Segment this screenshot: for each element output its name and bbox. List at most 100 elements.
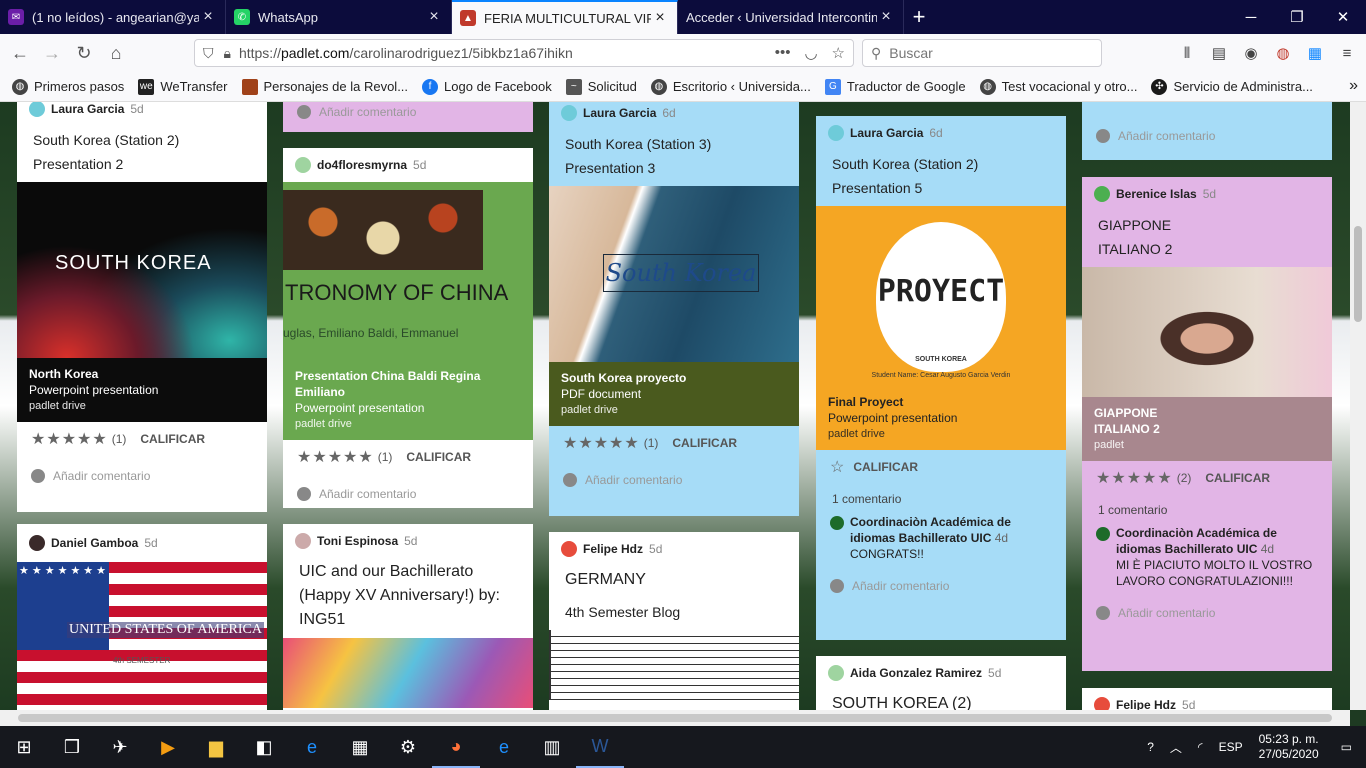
extensions-icon[interactable]: ▦ [1302, 38, 1328, 68]
notifications-icon[interactable]: ▭ [1327, 740, 1366, 754]
library-icon[interactable]: ⫴ [1174, 38, 1200, 68]
star-rating[interactable]: ★★★★★ [297, 447, 374, 467]
bookmark-item[interactable]: we WeTransfer [138, 78, 228, 95]
attachment-preview[interactable]: ★★★★★★★★★★★★★★★★★★★★★★★★★★★★★★★★★★★★★★★ … [17, 562, 267, 710]
star-rating[interactable]: ★★★★★ [31, 429, 108, 449]
tab-feria[interactable]: ▲ FERIA MULTICULTURAL VIRTUA× [452, 0, 678, 34]
attachment-preview[interactable]: PROYECT SOUTH KOREA Student Name: Cesar … [816, 206, 1066, 386]
word-icon[interactable]: W [576, 726, 624, 768]
post-card[interactable]: Laura Garcia 6d South Korea (Station 3) Pr… [549, 102, 799, 516]
add-comment[interactable]: Añadir comentario [1082, 593, 1332, 633]
bookmark-item[interactable]: ◍ Test vocacional y otro... [979, 78, 1137, 95]
post-card[interactable]: Felipe Hdz 5d GERMANY 4th Semester Blog [549, 532, 799, 710]
bookmark-star-icon[interactable]: ☆ [832, 44, 845, 62]
new-tab-button[interactable]: + [904, 0, 934, 34]
address-bar[interactable]: ⛉ 🔒︎ https://padlet.com/carolinarodrigue… [194, 39, 854, 67]
attachment-preview[interactable] [283, 638, 533, 708]
tab-acceder[interactable]: Acceder ‹ Universidad Intercontinen × [678, 0, 904, 34]
post-card[interactable]: Añadir comentario [283, 102, 533, 132]
rate-button[interactable]: CALIFICAR [406, 450, 471, 464]
star-empty-icon[interactable]: ☆ [830, 457, 845, 477]
post-card[interactable]: Añadir comentario [1082, 102, 1332, 160]
store-icon[interactable]: ◧ [240, 726, 288, 768]
minimize-icon[interactable]: ─ [1228, 0, 1274, 34]
sheet-music-preview[interactable] [549, 630, 799, 700]
bookmark-item[interactable]: ✣ Servicio de Administra... [1151, 78, 1313, 95]
language-indicator[interactable]: ESP [1211, 740, 1251, 754]
rate-button[interactable]: CALIFICAR [140, 432, 205, 446]
post-card[interactable]: do4floresmyrna 5d TRONOMY OF CHINA uglas,… [283, 148, 533, 508]
more-icon[interactable]: ••• [775, 44, 791, 62]
add-comment[interactable]: Añadir comentario [549, 460, 799, 500]
ie-icon[interactable]: e [288, 726, 336, 768]
close-icon[interactable]: × [877, 8, 895, 26]
post-card[interactable]: Daniel Gamboa 5d ★★★★★★★★★★★★★★★★★★★★★★★★… [17, 524, 267, 710]
account-icon[interactable]: ◉ [1238, 38, 1264, 68]
post-card[interactable]: Laura Garcia 6d South Korea (Station 2) Pr… [816, 116, 1066, 640]
calculator-icon[interactable]: ▦ [336, 726, 384, 768]
settings-gear-icon[interactable]: ⚙ [384, 726, 432, 768]
close-icon[interactable]: × [199, 8, 217, 26]
edge-icon[interactable]: e [480, 726, 528, 768]
title-line: Presentation 2 [33, 156, 124, 172]
menu-icon[interactable]: ≡ [1334, 38, 1360, 68]
rate-button[interactable]: CALIFICAR [853, 460, 918, 474]
windows-start-icon[interactable]: ⊞ [0, 726, 48, 768]
rate-button[interactable]: CALIFICAR [1205, 471, 1270, 485]
star-rating[interactable]: ★★★★★ [563, 433, 640, 453]
reload-icon[interactable]: ↻ [68, 37, 100, 69]
bookmark-item[interactable]: G Traductor de Google [824, 78, 966, 95]
task-view-icon[interactable]: ❒ [48, 726, 96, 768]
add-comment[interactable]: Añadir comentario [1082, 116, 1332, 156]
restore-icon[interactable]: ❐ [1274, 0, 1320, 34]
extension-icon[interactable]: ◍ [1270, 38, 1296, 68]
attachment-preview[interactable]: South Korea [549, 186, 799, 362]
post-card[interactable]: Toni Espinosa 5d UIC and our Bachillerato… [283, 524, 533, 710]
scrollbar-thumb[interactable] [1354, 226, 1362, 322]
horizontal-scrollbar[interactable] [0, 710, 1350, 726]
close-window-icon[interactable]: ✕ [1320, 0, 1366, 34]
home-icon[interactable]: ⌂ [100, 37, 132, 69]
post-card[interactable]: Berenice Islas 5d GIAPPONE ITALIANO 2 GIAP… [1082, 177, 1332, 671]
search-input[interactable]: ⚲ Buscar [862, 39, 1102, 67]
help-icon[interactable]: ? [1139, 740, 1162, 754]
bookmark-item[interactable]: Personajes de la Revol... [241, 78, 408, 95]
user-icon [1096, 129, 1110, 143]
author-name: Felipe Hdz [1116, 698, 1177, 710]
wifi-icon[interactable]: ◜ [1190, 740, 1211, 754]
chevron-right-icon[interactable]: » [1349, 77, 1358, 95]
tab-mail[interactable]: ✉ (1 no leídos) - angearian@yaho × [0, 0, 226, 34]
add-comment[interactable]: Añadir comentario [283, 474, 533, 508]
app-icon[interactable]: ✈ [96, 726, 144, 768]
attachment-preview[interactable]: SOUTH KOREA [17, 182, 267, 358]
post-card[interactable]: Laura Garcia 5d South Korea (Station 2) Pr… [17, 102, 267, 512]
close-icon[interactable]: × [425, 8, 443, 26]
add-comment[interactable]: Añadir comentario [816, 566, 1066, 606]
close-icon[interactable]: × [651, 9, 669, 27]
scrollbar-thumb[interactable] [18, 714, 1332, 722]
vertical-scrollbar[interactable] [1350, 102, 1366, 710]
attachment-preview[interactable]: TRONOMY OF CHINA uglas, Emiliano Baldi, … [283, 182, 533, 360]
post-card[interactable]: Aida Gonzalez Ramirez 5d SOUTH KOREA (2) [816, 656, 1066, 710]
firefox-icon[interactable]: ◕ [432, 726, 480, 768]
star-rating[interactable]: ★★★★★ [1096, 468, 1173, 488]
tab-whatsapp[interactable]: ✆ WhatsApp × [226, 0, 452, 34]
add-comment[interactable]: Añadir comentario [283, 102, 533, 132]
post-card[interactable]: Felipe Hdz 5d [1082, 688, 1332, 710]
clock[interactable]: 05:23 p. m. 27/05/2020 [1251, 732, 1327, 762]
rate-button[interactable]: CALIFICAR [672, 436, 737, 450]
bookmark-item[interactable]: ◍ Escritorio ‹ Universida... [650, 78, 811, 95]
forward-icon[interactable]: → [36, 37, 68, 69]
pocket-icon[interactable]: ◡ [804, 44, 817, 62]
photos-icon[interactable]: ▥ [528, 726, 576, 768]
chevron-up-icon[interactable]: ︿ [1162, 739, 1190, 756]
sidebar-icon[interactable]: ▤ [1206, 38, 1232, 68]
media-player-icon[interactable]: ▶ [144, 726, 192, 768]
bookmark-item[interactable]: ◍ Primeros pasos [12, 78, 124, 95]
bookmark-item[interactable]: ~ Solicitud [565, 78, 637, 95]
file-explorer-icon[interactable]: ▆ [192, 726, 240, 768]
video-preview[interactable] [1082, 267, 1332, 397]
bookmark-item[interactable]: f Logo de Facebook [422, 78, 552, 95]
add-comment[interactable]: Añadir comentario [17, 456, 267, 496]
back-icon[interactable]: ← [4, 37, 36, 69]
